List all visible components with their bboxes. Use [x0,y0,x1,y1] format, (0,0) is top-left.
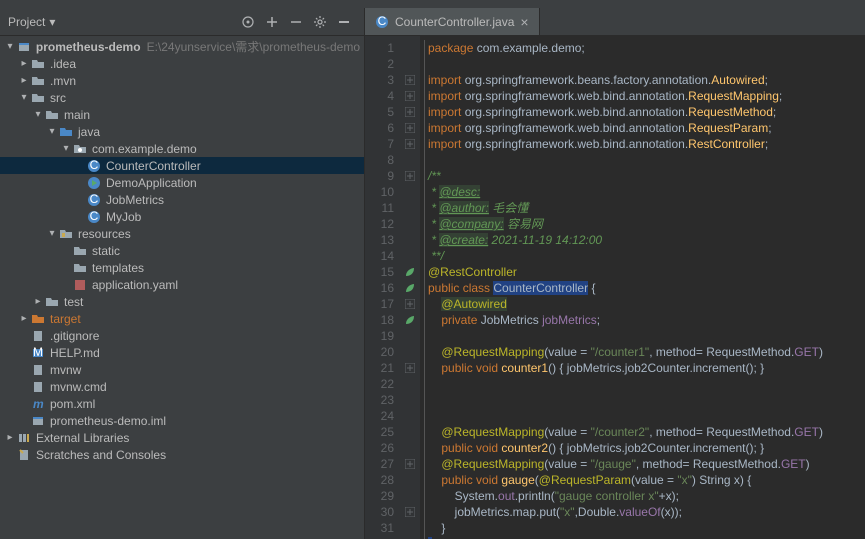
class-icon: C [86,209,102,225]
svg-text:C: C [378,15,387,28]
tab-label: CounterController.java [395,15,514,29]
tree-root[interactable]: ▾prometheus-demoE:\24yunservice\需求\prome… [0,38,364,55]
tree-ext-libs[interactable]: ▸External Libraries [0,429,364,446]
source-folder-icon [58,124,74,140]
tree-iml[interactable]: prometheus-demo.iml [0,412,364,429]
tree-test[interactable]: ▸test [0,293,364,310]
file-icon [30,328,46,344]
folder-icon [72,260,88,276]
folder-icon [72,243,88,259]
tree-idea[interactable]: ▸.idea [0,55,364,72]
package-icon [72,141,88,157]
project-header: Project ▾ [0,8,364,36]
line-numbers: 1234567891011121314151617181920212223242… [365,36,400,539]
tree-my-job[interactable]: CMyJob [0,208,364,225]
collapse-all-icon[interactable] [287,13,305,31]
tree-src[interactable]: ▾src [0,89,364,106]
folder-icon [44,294,60,310]
tree-scratches[interactable]: Scratches and Consoles [0,446,364,463]
select-opened-file-icon[interactable] [239,13,257,31]
maven-icon: m [30,396,46,412]
class-icon: C [86,192,102,208]
tree-app-yaml[interactable]: application.yaml [0,276,364,293]
class-icon: C [375,15,389,29]
tree-demo-application[interactable]: DemoApplication [0,174,364,191]
folder-icon [30,90,46,106]
project-tree: ▾prometheus-demoE:\24yunservice\需求\prome… [0,36,364,539]
hide-icon[interactable] [335,13,353,31]
editor-panel: C CounterController.java × 1234567891011… [365,8,865,539]
tab-counter-controller[interactable]: C CounterController.java × [365,8,540,35]
expand-all-icon[interactable] [263,13,281,31]
tree-counter-controller[interactable]: CCounterController [0,157,364,174]
folder-icon [30,73,46,89]
svg-text:M: M [33,346,43,359]
tree-main[interactable]: ▾main [0,106,364,123]
tree-mvn[interactable]: ▸.mvn [0,72,364,89]
tree-pom-xml[interactable]: mpom.xml [0,395,364,412]
tree-target[interactable]: ▸target [0,310,364,327]
tree-help-md[interactable]: MHELP.md [0,344,364,361]
project-dropdown-icon[interactable]: ▾ [49,15,55,29]
svg-text:C: C [90,193,99,206]
svg-text:C: C [90,159,99,172]
editor-tabs: C CounterController.java × [365,8,865,36]
svg-text:C: C [90,210,99,223]
yaml-icon [72,277,88,293]
tree-package[interactable]: ▾com.example.demo [0,140,364,157]
tree-java[interactable]: ▾java [0,123,364,140]
gear-icon[interactable] [311,13,329,31]
file-icon [30,362,46,378]
tree-mvnw-cmd[interactable]: mvnw.cmd [0,378,364,395]
folder-icon [30,56,46,72]
markdown-icon: M [30,345,46,361]
class-run-icon [86,175,102,191]
class-icon: C [86,158,102,174]
resources-folder-icon [58,226,74,242]
module-file-icon [30,413,46,429]
gutter-icons [400,36,420,539]
tree-static[interactable]: static [0,242,364,259]
project-label: Project [8,15,45,29]
tree-templates[interactable]: templates [0,259,364,276]
file-icon [30,379,46,395]
tree-job-metrics[interactable]: CJobMetrics [0,191,364,208]
code-content[interactable]: package com.example.demo; import org.spr… [420,36,865,539]
project-panel: Project ▾ ▾prometheus-demoE:\24yunservic… [0,8,365,539]
library-icon [16,430,32,446]
tree-gitignore[interactable]: .gitignore [0,327,364,344]
scratch-icon [16,447,32,463]
svg-text:m: m [33,397,44,411]
code-area[interactable]: 1234567891011121314151617181920212223242… [365,36,865,539]
excluded-folder-icon [30,311,46,327]
tree-resources[interactable]: ▾resources [0,225,364,242]
folder-icon [44,107,60,123]
module-icon [16,39,32,55]
tree-mvnw[interactable]: mvnw [0,361,364,378]
close-icon[interactable]: × [520,14,528,30]
